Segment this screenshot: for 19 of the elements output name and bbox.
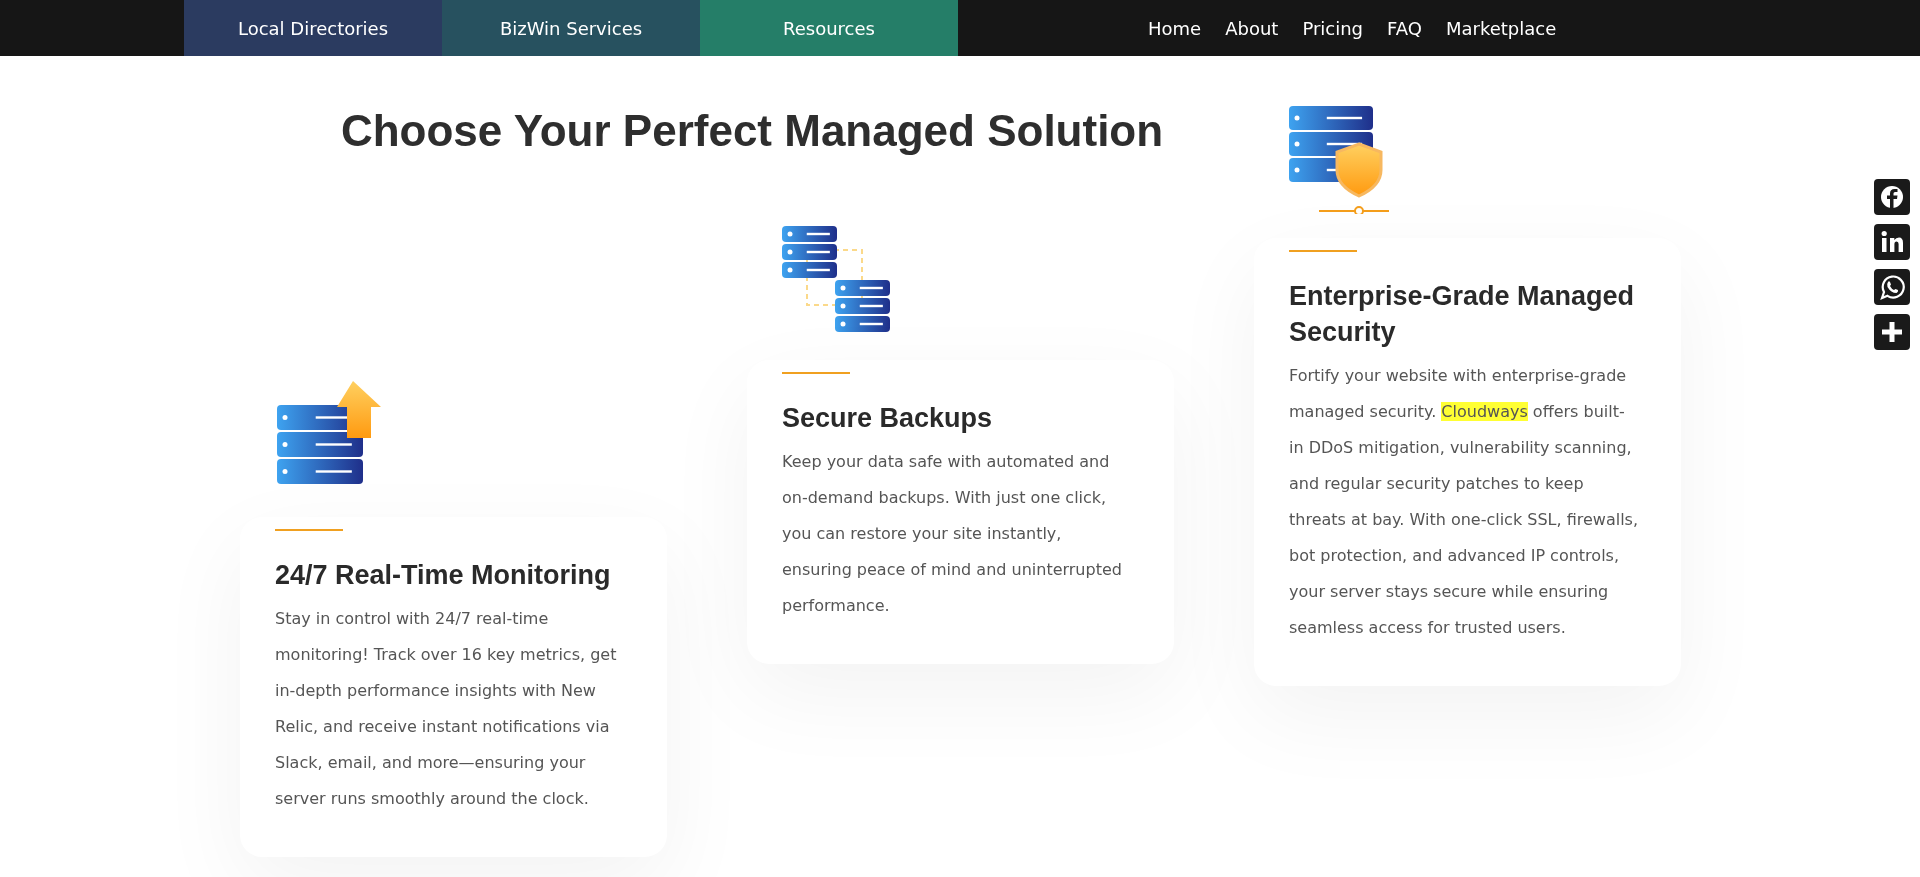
nav-link[interactable]: Marketplace [1445, 17, 1557, 39]
feature-description: Fortify your website with enterprise-grade managed security. Cloudways offers built-in DDoS mitigation, vulnerability scanning, and regular security patches to keep threats at bay. With one-click SSL, firewalls, bot protection, and advanced IP controls, your server stays secure while ensuring seamless access for trusted users. [1289, 365, 1639, 639]
plus-icon[interactable] [1874, 314, 1910, 350]
feature-heading: 24/7 Real-Time Monitoring [275, 559, 612, 592]
nav-link[interactable]: Pricing [1302, 17, 1364, 39]
nav-link[interactable]: FAQ [1387, 17, 1422, 39]
feature-description: Keep your data safe with automated and on-demand backups. With just one click, you can restore your site instantly, ensuring peace of mind and uninterrupted performance. [782, 451, 1123, 617]
page-heading: Choose Your Perfect Managed Solution [339, 106, 1165, 156]
feature-description: Stay in control with 24/7 real-time monitoring! Track over 16 key metrics, get in-depth performance insights with New Relic, and receive instant notifications via Slack, email, and more—ensuring your server runs smoothly around the clock. [275, 608, 618, 810]
nav-tab[interactable]: Local Directories [184, 0, 442, 56]
linkedin-icon[interactable] [1874, 224, 1910, 260]
nav-tab[interactable]: BizWin Services [442, 0, 700, 56]
whatsapp-icon[interactable] [1874, 269, 1910, 305]
feature-heading: Secure Backups [782, 402, 994, 435]
feature-heading: Enterprise-Grade Managed Security [1289, 280, 1636, 349]
nav-link[interactable]: Home [1148, 17, 1202, 39]
nav-tab[interactable]: Resources [700, 0, 958, 56]
facebook-icon[interactable] [1874, 179, 1910, 215]
nav-link[interactable]: About [1225, 17, 1279, 39]
